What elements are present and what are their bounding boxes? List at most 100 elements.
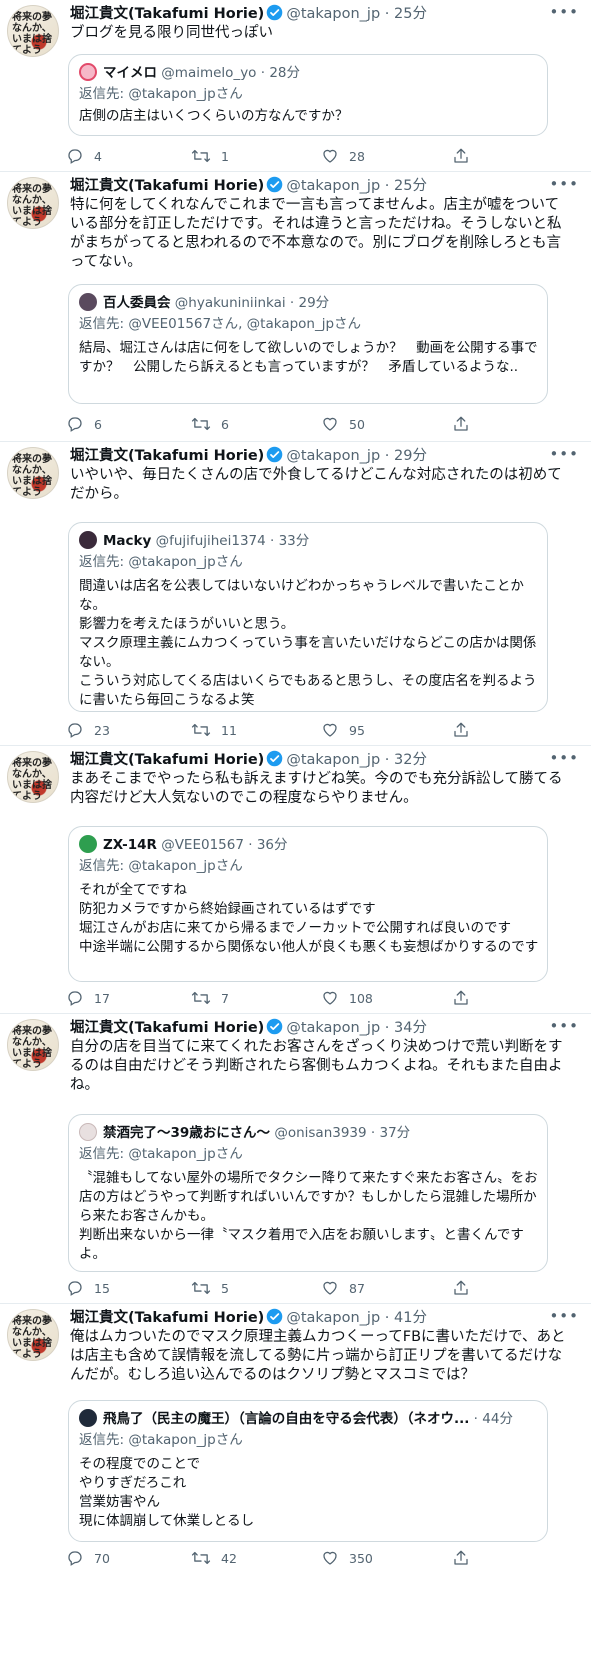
more-options-icon[interactable]: ••• [549, 1307, 579, 1325]
heart-icon [323, 149, 337, 163]
quoted-name: 飛鳥了（民主の魔王）（言論の自由を守る会代表）（ネオウ... [103, 1411, 470, 1427]
author-name[interactable]: 堀江貴文(Takafumi Horie) [70, 752, 264, 768]
quoted-tweet[interactable]: ZX-14R @VEE01567 · 36分 返信先: @takapon_jpさ… [68, 826, 548, 982]
like-button[interactable]: 95 [321, 720, 365, 740]
more-options-icon[interactable]: ••• [549, 3, 579, 21]
quoted-reply-to: 返信先: @takapon_jpさん [79, 86, 243, 102]
tweet[interactable]: 将来の夢なんか、いまは捨てよう 堀江貴文(Takafumi Horie) @tak… [0, 746, 591, 1014]
reply-button[interactable]: 4 [66, 146, 102, 166]
tweet-header: 堀江貴文(Takafumi Horie) @takapon_jp · 25分 [70, 176, 427, 194]
tweet-time[interactable]: 25分 [394, 178, 427, 194]
tweet[interactable]: 将来の夢なんか、いまは捨てよう 堀江貴文(Takafumi Horie) @tak… [0, 1304, 591, 1659]
tweet[interactable]: 将来の夢なんか、いまは捨てよう 堀江貴文(Takafumi Horie) @tak… [0, 0, 591, 172]
author-avatar[interactable]: 将来の夢なんか、いまは捨てよう [7, 177, 59, 229]
author-avatar[interactable]: 将来の夢なんか、いまは捨てよう [7, 1019, 59, 1071]
quoted-handle: @VEE01567 [161, 837, 244, 853]
reply-icon [68, 723, 82, 738]
author-avatar[interactable]: 将来の夢なんか、いまは捨てよう [7, 447, 59, 499]
quoted-time: 37分 [379, 1125, 411, 1141]
quoted-tweet[interactable]: マイメロ @maimelo_yo · 28分 返信先: @takapon_jpさ… [68, 54, 548, 136]
tweet-text: いやいや、毎日たくさんの店で外食してるけどこんな対応されたのは初めてだから。 [70, 467, 562, 502]
tweet[interactable]: 将来の夢なんか、いまは捨てよう 堀江貴文(Takafumi Horie) @tak… [0, 1014, 591, 1304]
more-options-icon[interactable]: ••• [549, 1017, 579, 1035]
more-options-icon[interactable]: ••• [549, 175, 579, 193]
tweet-text: 俺はムカついたのでマスク原理主義ムカつくーってFBに書いただけで、あとは店主も含… [70, 1329, 566, 1383]
retweet-button[interactable]: 6 [191, 414, 229, 434]
action-bar: 15 5 87 [66, 1278, 506, 1298]
like-count: 50 [349, 416, 365, 432]
more-options-icon[interactable]: ••• [549, 445, 579, 463]
quoted-tweet[interactable]: 禁酒完了〜39歳おにさん〜 @onisan3939 · 37分 返信先: @ta… [68, 1114, 548, 1272]
like-count: 87 [349, 1280, 365, 1296]
author-name[interactable]: 堀江貴文(Takafumi Horie) [70, 178, 264, 194]
quoted-reply-to: 返信先: @takapon_jpさん [79, 554, 243, 570]
action-bar: 4 1 28 [66, 146, 506, 166]
author-handle: @takapon_jp [286, 1020, 381, 1036]
tweet-time[interactable]: 41分 [394, 1310, 427, 1326]
more-options-icon[interactable]: ••• [549, 749, 579, 767]
retweet-button[interactable]: 11 [191, 720, 237, 740]
author-name[interactable]: 堀江貴文(Takafumi Horie) [70, 448, 264, 464]
reply-button[interactable]: 15 [66, 1278, 110, 1298]
quoted-tweet[interactable]: 百人委員会 @hyakuniniinkai · 29分 返信先: @VEE015… [68, 284, 548, 404]
retweet-button[interactable]: 7 [191, 988, 229, 1008]
share-button[interactable] [452, 1278, 480, 1298]
author-name[interactable]: 堀江貴文(Takafumi Horie) [70, 6, 264, 22]
quoted-text: 〝混雑もしてない屋外の場所でタクシー降りて来たすぐ来たお客さん〟をお店の方はどう… [79, 1170, 538, 1262]
share-button[interactable] [452, 720, 480, 740]
quoted-header: 禁酒完了〜39歳おにさん〜 @onisan3939 · 37分 [79, 1123, 410, 1143]
tweet[interactable]: 将来の夢なんか、いまは捨てよう 堀江貴文(Takafumi Horie) @tak… [0, 172, 591, 442]
quoted-header: 飛鳥了（民主の魔王）（言論の自由を守る会代表）（ネオウ... · 44分 [79, 1409, 541, 1429]
reply-button[interactable]: 70 [66, 1548, 110, 1568]
action-bar: 23 11 95 [66, 720, 506, 740]
retweet-button[interactable]: 5 [191, 1278, 229, 1298]
tweet[interactable]: 将来の夢なんか、いまは捨てよう 堀江貴文(Takafumi Horie) @tak… [0, 442, 591, 746]
author-name[interactable]: 堀江貴文(Takafumi Horie) [70, 1310, 264, 1326]
tweet-time[interactable]: 25分 [394, 6, 427, 22]
reply-icon [68, 417, 82, 432]
quoted-name: Macky [103, 533, 152, 549]
tweet-time[interactable]: 34分 [394, 1020, 427, 1036]
quoted-time: 44分 [482, 1411, 513, 1427]
quoted-text: 間違いは店名を公表してはいないけどわかっちゃうレベルで書いたことかな。 影響力を… [79, 578, 537, 708]
tweet-text: 特に何をしてくれなんでこれまで一言も言ってませんよ。店主が嘘をついている部分を訂… [70, 197, 562, 270]
quoted-reply-to: 返信先: @takapon_jpさん [79, 1146, 243, 1162]
author-handle: @takapon_jp [286, 178, 381, 194]
quoted-avatar [79, 835, 97, 853]
author-name[interactable]: 堀江貴文(Takafumi Horie) [70, 1020, 264, 1036]
tweet-header: 堀江貴文(Takafumi Horie) @takapon_jp · 41分 [70, 1308, 427, 1326]
tweet-header: 堀江貴文(Takafumi Horie) @takapon_jp · 34分 [70, 1018, 427, 1036]
like-button[interactable]: 50 [321, 414, 365, 434]
author-avatar[interactable]: 将来の夢なんか、いまは捨てよう [7, 5, 59, 57]
tweet-header: 堀江貴文(Takafumi Horie) @takapon_jp · 25分 [70, 4, 427, 22]
like-button[interactable]: 28 [321, 146, 365, 166]
author-avatar[interactable]: 将来の夢なんか、いまは捨てよう [7, 751, 59, 803]
like-button[interactable]: 108 [321, 988, 373, 1008]
retweet-count: 7 [221, 990, 229, 1006]
like-button[interactable]: 87 [321, 1278, 365, 1298]
quoted-time: 33分 [278, 533, 310, 549]
retweet-button[interactable]: 1 [191, 146, 229, 166]
quoted-avatar [79, 1409, 97, 1427]
reply-button[interactable]: 17 [66, 988, 110, 1008]
share-button[interactable] [452, 414, 480, 434]
verified-badge-icon [267, 1018, 283, 1035]
share-button[interactable] [452, 1548, 480, 1568]
author-avatar[interactable]: 将来の夢なんか、いまは捨てよう [7, 1309, 59, 1361]
like-button[interactable]: 350 [321, 1548, 373, 1568]
tweet-time[interactable]: 29分 [394, 448, 427, 464]
share-button[interactable] [452, 146, 480, 166]
retweet-icon [191, 991, 211, 1005]
verified-badge-icon [267, 176, 283, 193]
quoted-tweet[interactable]: 飛鳥了（民主の魔王）（言論の自由を守る会代表）（ネオウ... · 44分 返信先… [68, 1400, 548, 1542]
quoted-tweet[interactable]: Macky @fujifujihei1374 · 33分 返信先: @takap… [68, 522, 548, 712]
quoted-reply-to: 返信先: @takapon_jpさん [79, 1432, 243, 1448]
reply-icon [68, 1281, 82, 1296]
retweet-button[interactable]: 42 [191, 1548, 237, 1568]
like-count: 350 [349, 1550, 373, 1566]
reply-button[interactable]: 6 [66, 414, 102, 434]
reply-count: 70 [94, 1550, 110, 1566]
tweet-time[interactable]: 32分 [394, 752, 427, 768]
share-button[interactable] [452, 988, 480, 1008]
reply-button[interactable]: 23 [66, 720, 110, 740]
